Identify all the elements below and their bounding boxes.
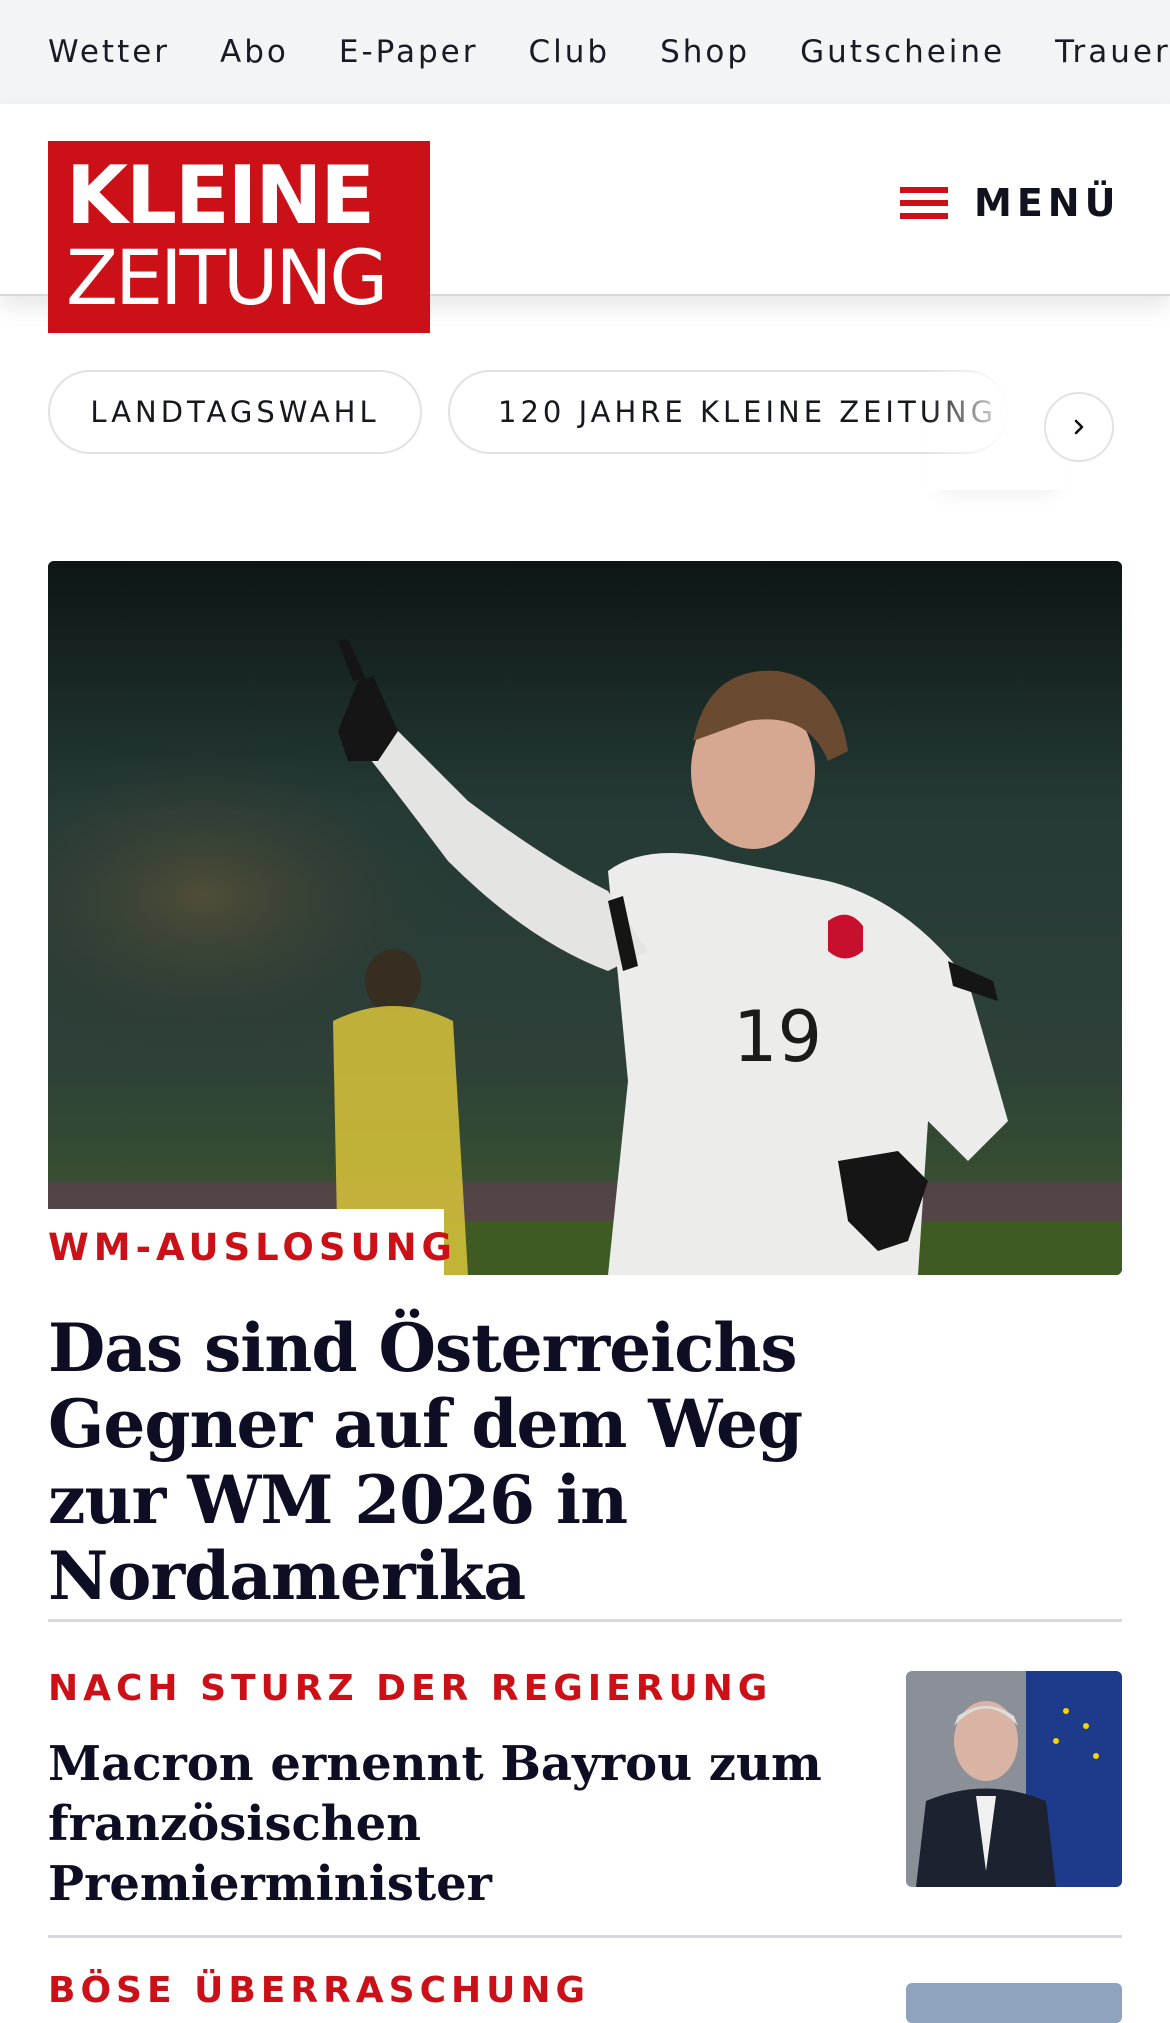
hero-headline[interactable]: Das sind Österreichs Gegner auf dem Weg … xyxy=(48,1310,928,1614)
topnav-link-shop[interactable]: Shop xyxy=(660,34,750,70)
topnav-link-trauerportal[interactable]: Trauerportal xyxy=(1055,34,1170,70)
kleine-zeitung-logo[interactable]: KLEINE ZEITUNG xyxy=(48,141,430,333)
section-divider xyxy=(48,1619,1122,1622)
article-kicker[interactable]: NACH STURZ DER REGIERUNG xyxy=(48,1668,772,1709)
topic-pill-landtagswahl[interactable]: LANDTAGSWAHL xyxy=(48,370,422,454)
article-headline[interactable]: Macron ernennt Bayrou zum französischen … xyxy=(48,1734,848,1914)
top-utility-nav: Wetter Abo E-Paper Club Shop Gutscheine … xyxy=(0,0,1170,104)
logo-line-kleine: KLEINE xyxy=(66,149,375,242)
topic-pill-120-jahre[interactable]: 120 JAHRE KLEINE ZEITUNG xyxy=(448,370,1008,454)
topnav-link-abo[interactable]: Abo xyxy=(220,34,289,70)
top-utility-nav-list: Wetter Abo E-Paper Club Shop Gutscheine … xyxy=(48,0,1170,104)
topnav-link-club[interactable]: Club xyxy=(528,34,610,70)
hero-image[interactable]: 19 xyxy=(48,561,1122,1275)
hamburger-icon xyxy=(900,185,948,221)
football-player-photo: 19 xyxy=(48,561,1122,1275)
hero-kicker[interactable]: WM-AUSLOSUNG xyxy=(48,1226,457,1269)
topic-pills: LANDTAGSWAHL 120 JAHRE KLEINE ZEITUNG xyxy=(48,370,1120,490)
jersey-number: 19 xyxy=(733,996,822,1078)
menu-label: MENÜ xyxy=(974,181,1121,225)
logo-line-zeitung: ZEITUNG xyxy=(66,233,388,322)
pills-next-button[interactable] xyxy=(1044,392,1114,462)
article-kicker[interactable]: BÖSE ÜBERRASCHUNG xyxy=(48,1970,590,2011)
article-thumbnail[interactable] xyxy=(906,1671,1122,1887)
topnav-link-wetter[interactable]: Wetter xyxy=(48,34,170,70)
macron-bayrou-photo xyxy=(906,1671,1122,1887)
menu-button[interactable]: MENÜ xyxy=(900,170,1120,236)
chevron-right-icon xyxy=(1074,419,1084,435)
article-thumbnail[interactable] xyxy=(906,1983,1122,2023)
topnav-link-epaper[interactable]: E-Paper xyxy=(339,34,479,70)
site-header: KLEINE ZEITUNG MENÜ xyxy=(0,104,1170,333)
section-divider xyxy=(48,1935,1122,1938)
topnav-link-gutscheine[interactable]: Gutscheine xyxy=(800,34,1005,70)
